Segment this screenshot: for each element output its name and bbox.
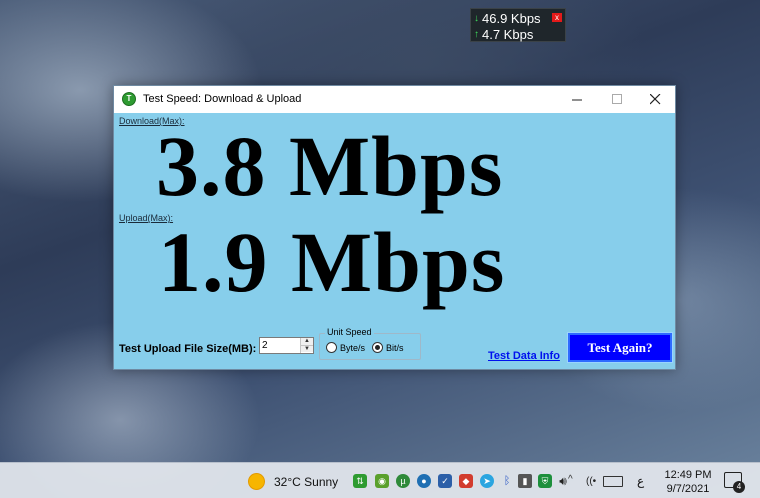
unit-speed-legend: Unit Speed <box>325 327 374 337</box>
upload-speed-value: 1.9 Mbps <box>158 214 506 310</box>
minimize-icon <box>571 99 582 101</box>
close-button[interactable] <box>635 86 675 113</box>
usb-drive-tray-icon[interactable]: ▮ <box>518 474 532 488</box>
radio-byte-circle-icon[interactable] <box>326 342 337 353</box>
close-icon <box>649 94 660 105</box>
file-size-label: Test Upload File Size(MB): <box>119 343 257 355</box>
app-color-tray-icon[interactable]: ◆ <box>459 474 473 488</box>
defender-shield-tray-icon[interactable]: ⛨ <box>538 474 552 488</box>
keyboard-icon[interactable] <box>603 476 623 487</box>
stepper-down-icon[interactable]: ▼ <box>301 345 313 352</box>
security-shield-tray-icon[interactable]: ✓ <box>438 474 452 488</box>
speedtest-tray-icon[interactable]: ⇅ <box>353 474 367 488</box>
bluetooth-tray-icon[interactable]: ᛒ <box>500 474 514 488</box>
radio-byte-label: Byte/s <box>340 342 366 353</box>
radio-bit-per-second[interactable]: Bit/s <box>372 342 404 353</box>
unit-speed-group: Unit Speed Byte/s Bit/s <box>319 327 421 360</box>
window-client-area: Download(Max): 3.8 Mbps Upload(Max): 1.9… <box>114 113 675 369</box>
system-clock[interactable]: 12:49 PM 9/7/2021 <box>663 468 713 496</box>
wifi-icon[interactable]: ((• <box>586 476 596 487</box>
stepper-buttons[interactable]: ▲ ▼ <box>300 338 313 353</box>
download-arrow-icon: ↓ <box>474 12 479 24</box>
maximize-icon <box>611 94 622 104</box>
download-speed-value: 3.8 Mbps <box>156 118 504 214</box>
radio-byte-per-second[interactable]: Byte/s <box>326 342 365 353</box>
radio-bit-circle-icon[interactable] <box>372 342 383 353</box>
app-logo-icon: T <box>122 92 136 106</box>
network-meter-widget: ↓ 46.9 Kbps ↑ 4.7 Kbps x <box>470 8 566 42</box>
clock-time: 12:49 PM <box>664 469 712 481</box>
speed-test-window: T Test Speed: Download & Upload Download… <box>113 85 676 370</box>
upload-rate: 4.7 Kbps <box>482 26 534 42</box>
upload-arrow-icon: ↑ <box>474 28 479 40</box>
window-title: Test Speed: Download & Upload <box>143 93 302 105</box>
test-again-button[interactable]: Test Again? <box>567 332 673 363</box>
file-size-stepper[interactable]: ▲ ▼ <box>259 337 314 354</box>
upload-rate-row: ↑ 4.7 Kbps <box>471 26 533 42</box>
language-indicator[interactable]: ع <box>637 474 644 488</box>
notification-count-badge: 4 <box>733 481 745 493</box>
sun-weather-icon[interactable] <box>249 474 264 489</box>
taskbar: 32°C Sunny ⇅ ◉ µ ● ✓ ◆ ➤ ᛒ ▮ ⛨ 🔊︎ ^ ((• … <box>0 462 760 498</box>
test-data-info-link[interactable]: Test Data Info <box>488 350 560 362</box>
meter-close-icon[interactable]: x <box>552 13 562 22</box>
nvidia-tray-icon[interactable]: ◉ <box>375 474 389 488</box>
download-rate: 46.9 Kbps <box>482 10 541 26</box>
maximize-button[interactable] <box>597 86 637 113</box>
minimize-button[interactable] <box>557 86 597 113</box>
show-hidden-icons-chevron-icon[interactable]: ^ <box>568 474 573 485</box>
utorrent-tray-icon[interactable]: µ <box>396 474 410 488</box>
download-rate-row: ↓ 46.9 Kbps <box>471 10 541 26</box>
telegram-tray-icon[interactable]: ➤ <box>480 474 494 488</box>
stepper-up-icon[interactable]: ▲ <box>301 338 313 345</box>
clock-date: 9/7/2021 <box>666 483 710 495</box>
radio-bit-label: Bit/s <box>386 342 404 353</box>
eye-tray-icon[interactable]: ● <box>417 474 431 488</box>
file-size-input[interactable] <box>262 339 300 352</box>
weather-text[interactable]: 32°C Sunny <box>274 475 338 489</box>
title-bar[interactable]: T Test Speed: Download & Upload <box>114 86 675 113</box>
